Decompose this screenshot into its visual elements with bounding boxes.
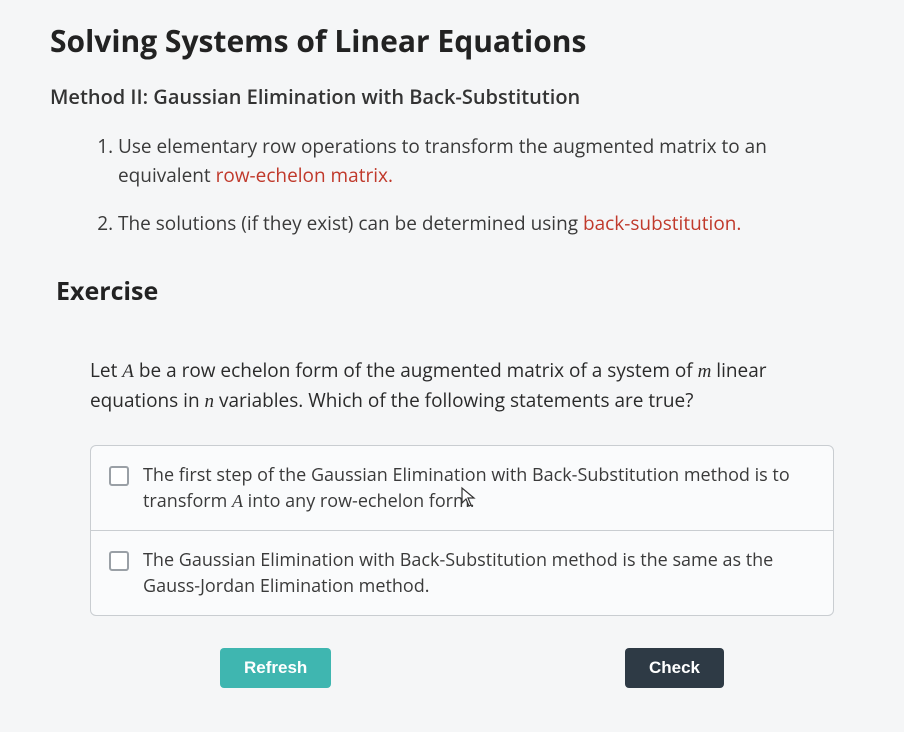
page-title: Solving Systems of Linear Equations xyxy=(50,20,854,61)
highlight-back-substitution: back-substitution. xyxy=(583,210,741,236)
method-step-2: The solutions (if they exist) can be det… xyxy=(118,209,854,238)
q-text: Let xyxy=(90,357,122,383)
option-1-text: The first step of the Gaussian Eliminati… xyxy=(143,462,815,514)
exercise-heading: Exercise xyxy=(56,274,854,308)
highlight-row-echelon: row-echelon matrix. xyxy=(216,162,393,188)
method-step-2-text: The solutions (if they exist) can be det… xyxy=(118,210,583,236)
exercise-body: Let A be a row echelon form of the augme… xyxy=(50,356,854,688)
option-row-2[interactable]: The Gaussian Elimination with Back-Subst… xyxy=(91,530,833,615)
q-var-m: m xyxy=(698,361,712,382)
check-button[interactable]: Check xyxy=(625,648,724,688)
q-var-n: n xyxy=(205,391,215,412)
options-box: The first step of the Gaussian Eliminati… xyxy=(90,445,834,616)
exercise-question: Let A be a row echelon form of the augme… xyxy=(90,356,834,417)
opt-var: A xyxy=(232,491,243,511)
buttons-row: Refresh Check xyxy=(90,648,834,688)
opt-text: into any row-echelon form. xyxy=(243,489,474,513)
method-subtitle: Method II: Gaussian Elimination with Bac… xyxy=(50,83,854,110)
method-step-1: Use elementary row operations to transfo… xyxy=(118,132,854,189)
q-text: variables. Which of the following statem… xyxy=(214,387,693,413)
checkbox-1[interactable] xyxy=(109,466,129,486)
q-text: be a row echelon form of the augmented m… xyxy=(134,357,698,383)
refresh-button[interactable]: Refresh xyxy=(220,648,331,688)
method-list: Use elementary row operations to transfo… xyxy=(50,132,854,238)
q-var-a: A xyxy=(122,361,134,382)
checkbox-2[interactable] xyxy=(109,551,129,571)
option-row-1[interactable]: The first step of the Gaussian Eliminati… xyxy=(91,446,833,530)
opt-text: The Gaussian Elimination with Back-Subst… xyxy=(143,548,773,598)
option-2-text: The Gaussian Elimination with Back-Subst… xyxy=(143,547,815,599)
